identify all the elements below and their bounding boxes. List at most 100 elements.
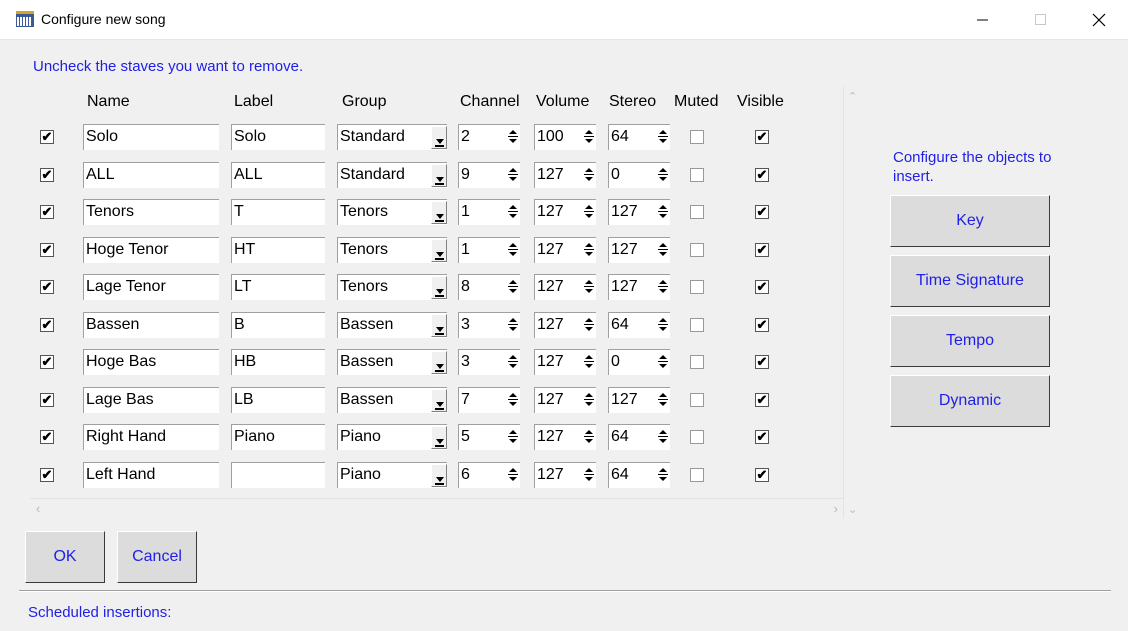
stereo-spinner[interactable]: 64 bbox=[608, 312, 670, 338]
label-field[interactable]: HB bbox=[231, 349, 325, 375]
spin-arrows-icon[interactable] bbox=[658, 241, 668, 259]
stereo-spinner[interactable]: 64 bbox=[608, 462, 670, 488]
name-field[interactable]: Hoge Tenor bbox=[83, 237, 219, 263]
include-checkbox[interactable]: ✔ bbox=[40, 205, 54, 219]
muted-checkbox[interactable] bbox=[690, 168, 704, 182]
volume-spinner[interactable]: 127 bbox=[534, 162, 596, 188]
include-checkbox[interactable]: ✔ bbox=[40, 468, 54, 482]
label-field[interactable]: ALL bbox=[231, 162, 325, 188]
channel-spinner[interactable]: 8 bbox=[458, 274, 520, 300]
channel-spinner[interactable]: 6 bbox=[458, 462, 520, 488]
muted-checkbox[interactable] bbox=[690, 318, 704, 332]
name-field[interactable]: Lage Tenor bbox=[83, 274, 219, 300]
spin-arrows-icon[interactable] bbox=[658, 166, 668, 184]
include-checkbox[interactable]: ✔ bbox=[40, 355, 54, 369]
visible-checkbox[interactable]: ✔ bbox=[755, 243, 769, 257]
stereo-spinner[interactable]: 64 bbox=[608, 424, 670, 450]
include-checkbox[interactable]: ✔ bbox=[40, 243, 54, 257]
dropdown-arrow-icon[interactable] bbox=[431, 351, 447, 374]
include-checkbox[interactable]: ✔ bbox=[40, 168, 54, 182]
volume-spinner[interactable]: 127 bbox=[534, 462, 596, 488]
group-select[interactable]: Tenors bbox=[337, 237, 447, 263]
spin-arrows-icon[interactable] bbox=[584, 203, 594, 221]
spin-arrows-icon[interactable] bbox=[508, 466, 518, 484]
close-button[interactable] bbox=[1076, 0, 1122, 40]
spin-arrows-icon[interactable] bbox=[508, 391, 518, 409]
spin-arrows-icon[interactable] bbox=[658, 391, 668, 409]
include-checkbox[interactable]: ✔ bbox=[40, 430, 54, 444]
include-checkbox[interactable]: ✔ bbox=[40, 393, 54, 407]
spin-arrows-icon[interactable] bbox=[584, 166, 594, 184]
group-select[interactable]: Bassen bbox=[337, 387, 447, 413]
label-field[interactable]: LB bbox=[231, 387, 325, 413]
visible-checkbox[interactable]: ✔ bbox=[755, 280, 769, 294]
spin-arrows-icon[interactable] bbox=[584, 316, 594, 334]
visible-checkbox[interactable]: ✔ bbox=[755, 468, 769, 482]
name-field[interactable]: Hoge Bas bbox=[83, 349, 219, 375]
volume-spinner[interactable]: 127 bbox=[534, 237, 596, 263]
spin-arrows-icon[interactable] bbox=[658, 428, 668, 446]
volume-spinner[interactable]: 127 bbox=[534, 199, 596, 225]
include-checkbox[interactable]: ✔ bbox=[40, 280, 54, 294]
label-field[interactable]: HT bbox=[231, 237, 325, 263]
channel-spinner[interactable]: 1 bbox=[458, 199, 520, 225]
group-select[interactable]: Tenors bbox=[337, 274, 447, 300]
scroll-left-icon[interactable]: ‹ bbox=[36, 501, 40, 516]
name-field[interactable]: Solo bbox=[83, 124, 219, 150]
name-field[interactable]: ALL bbox=[83, 162, 219, 188]
muted-checkbox[interactable] bbox=[690, 280, 704, 294]
spin-arrows-icon[interactable] bbox=[584, 353, 594, 371]
spin-arrows-icon[interactable] bbox=[658, 316, 668, 334]
ok-button[interactable]: OK bbox=[25, 531, 105, 583]
dropdown-arrow-icon[interactable] bbox=[431, 464, 447, 487]
channel-spinner[interactable]: 5 bbox=[458, 424, 520, 450]
name-field[interactable]: Right Hand bbox=[83, 424, 219, 450]
scroll-down-icon[interactable]: ⌄ bbox=[848, 503, 857, 516]
spin-arrows-icon[interactable] bbox=[508, 203, 518, 221]
include-checkbox[interactable]: ✔ bbox=[40, 130, 54, 144]
stereo-spinner[interactable]: 127 bbox=[608, 199, 670, 225]
channel-spinner[interactable]: 3 bbox=[458, 349, 520, 375]
dropdown-arrow-icon[interactable] bbox=[431, 239, 447, 262]
spin-arrows-icon[interactable] bbox=[508, 241, 518, 259]
scroll-right-icon[interactable]: › bbox=[834, 501, 838, 516]
dynamic-button[interactable]: Dynamic bbox=[890, 375, 1050, 427]
visible-checkbox[interactable]: ✔ bbox=[755, 318, 769, 332]
muted-checkbox[interactable] bbox=[690, 130, 704, 144]
visible-checkbox[interactable]: ✔ bbox=[755, 130, 769, 144]
stereo-spinner[interactable]: 0 bbox=[608, 349, 670, 375]
key-button[interactable]: Key bbox=[890, 195, 1050, 247]
spin-arrows-icon[interactable] bbox=[584, 241, 594, 259]
spin-arrows-icon[interactable] bbox=[508, 353, 518, 371]
dropdown-arrow-icon[interactable] bbox=[431, 389, 447, 412]
stereo-spinner[interactable]: 0 bbox=[608, 162, 670, 188]
label-field[interactable]: T bbox=[231, 199, 325, 225]
volume-spinner[interactable]: 127 bbox=[534, 349, 596, 375]
label-field[interactable]: Piano bbox=[231, 424, 325, 450]
spin-arrows-icon[interactable] bbox=[508, 166, 518, 184]
dropdown-arrow-icon[interactable] bbox=[431, 164, 447, 187]
visible-checkbox[interactable]: ✔ bbox=[755, 393, 769, 407]
name-field[interactable]: Lage Bas bbox=[83, 387, 219, 413]
dropdown-arrow-icon[interactable] bbox=[431, 126, 447, 149]
spin-arrows-icon[interactable] bbox=[508, 278, 518, 296]
muted-checkbox[interactable] bbox=[690, 468, 704, 482]
volume-spinner[interactable]: 127 bbox=[534, 424, 596, 450]
muted-checkbox[interactable] bbox=[690, 393, 704, 407]
maximize-button[interactable] bbox=[1018, 0, 1064, 40]
horizontal-scrollbar[interactable]: ‹ › bbox=[30, 498, 844, 518]
group-select[interactable]: Piano bbox=[337, 424, 447, 450]
volume-spinner[interactable]: 127 bbox=[534, 312, 596, 338]
group-select[interactable]: Standard bbox=[337, 162, 447, 188]
volume-spinner[interactable]: 127 bbox=[534, 274, 596, 300]
label-field[interactable]: B bbox=[231, 312, 325, 338]
name-field[interactable]: Left Hand bbox=[83, 462, 219, 488]
cancel-button[interactable]: Cancel bbox=[117, 531, 197, 583]
channel-spinner[interactable]: 2 bbox=[458, 124, 520, 150]
group-select[interactable]: Tenors bbox=[337, 199, 447, 225]
volume-spinner[interactable]: 127 bbox=[534, 387, 596, 413]
stereo-spinner[interactable]: 64 bbox=[608, 124, 670, 150]
tempo-button[interactable]: Tempo bbox=[890, 315, 1050, 367]
muted-checkbox[interactable] bbox=[690, 243, 704, 257]
spin-arrows-icon[interactable] bbox=[658, 128, 668, 146]
